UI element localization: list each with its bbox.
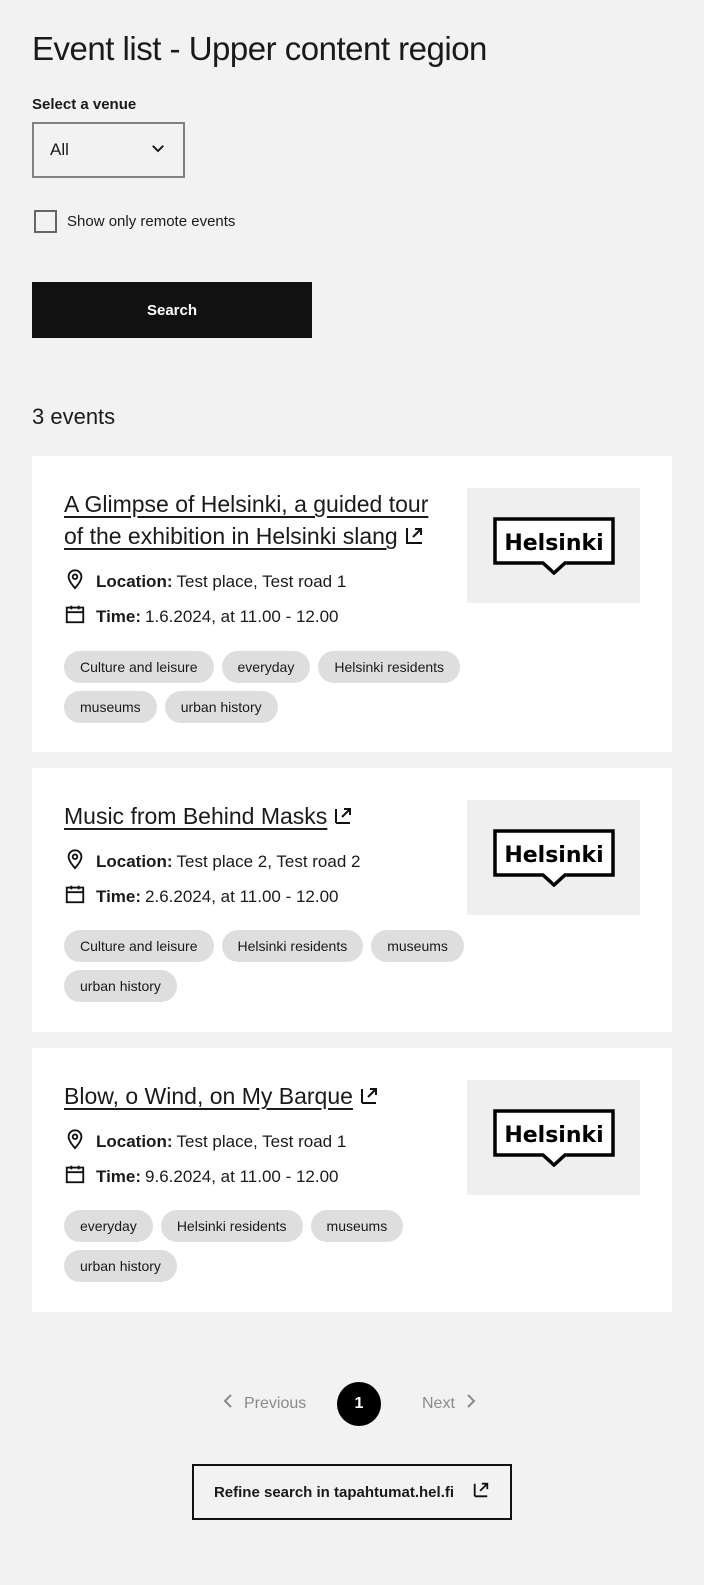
location-pin-icon [64, 1128, 86, 1155]
event-tags: everyday Helsinki residents museums urba… [64, 1210, 464, 1282]
previous-page-button[interactable]: Previous [222, 1394, 306, 1413]
event-tags: Culture and leisure everyday Helsinki re… [64, 651, 464, 723]
helsinki-logo-icon: Helsinki [492, 828, 615, 887]
svg-text:Helsinki: Helsinki [504, 1123, 603, 1148]
event-title-link[interactable]: Blow, o Wind, on My Barque [64, 1080, 434, 1112]
event-tags: Culture and leisure Helsinki residents m… [64, 930, 464, 1002]
location-pin-icon [64, 568, 86, 595]
venue-select[interactable]: All [32, 122, 185, 178]
event-title-link[interactable]: Music from Behind Masks [64, 800, 434, 832]
tag: urban history [64, 1250, 177, 1282]
tag: Helsinki residents [318, 651, 461, 683]
calendar-icon [64, 603, 86, 630]
result-count: 3 events [32, 404, 116, 429]
event-image: Helsinki [467, 1080, 640, 1195]
event-title-link[interactable]: A Glimpse of Helsinki, a guided tour of … [64, 488, 434, 552]
tag: everyday [221, 651, 311, 683]
chevron-down-icon [149, 139, 167, 162]
svg-text:Helsinki: Helsinki [504, 531, 603, 556]
event-card: Music from Behind Masks Helsinki Locatio… [32, 768, 672, 1032]
search-button[interactable]: Search [32, 282, 312, 338]
tag: museums [310, 1210, 404, 1242]
tag: Culture and leisure [64, 651, 214, 683]
refine-search-link[interactable]: Refine search in tapahtumat.hel.fi [192, 1464, 512, 1520]
tag: everyday [64, 1210, 153, 1242]
calendar-icon [64, 1163, 86, 1190]
event-image: Helsinki [467, 488, 640, 603]
helsinki-logo-icon: Helsinki [492, 1108, 615, 1167]
page-number-button[interactable]: 1 [337, 1382, 381, 1426]
event-location: Location: Test place, Test road 1 [64, 1128, 346, 1155]
remote-events-checkbox[interactable] [34, 210, 57, 233]
event-image: Helsinki [467, 800, 640, 915]
chevron-right-icon [465, 1394, 477, 1413]
tag: urban history [64, 970, 177, 1002]
event-location: Location: Test place 2, Test road 2 [64, 848, 360, 875]
chevron-left-icon [222, 1394, 234, 1413]
external-link-icon [333, 802, 353, 824]
venue-label: Select a venue [32, 96, 137, 113]
tag: Helsinki residents [221, 930, 364, 962]
external-link-icon [359, 1082, 379, 1104]
svg-text:Helsinki: Helsinki [504, 843, 603, 868]
helsinki-logo-icon: Helsinki [492, 516, 615, 575]
remote-events-toggle[interactable]: Show only remote events [34, 210, 235, 233]
tag: Helsinki residents [160, 1210, 303, 1242]
venue-selected-value: All [50, 140, 69, 159]
calendar-icon [64, 883, 86, 910]
event-time: Time: 1.6.2024, at 11.00 - 12.00 [64, 603, 339, 630]
location-pin-icon [64, 848, 86, 875]
page-title: Event list - Upper content region [32, 30, 487, 67]
remote-events-label: Show only remote events [67, 213, 236, 230]
event-time: Time: 9.6.2024, at 11.00 - 12.00 [64, 1163, 339, 1190]
pagination: Previous 1 Next [0, 1382, 704, 1426]
external-link-icon [472, 1481, 490, 1503]
event-card: Blow, o Wind, on My Barque Helsinki Loca… [32, 1048, 672, 1312]
next-page-button[interactable]: Next [422, 1394, 477, 1413]
tag: urban history [164, 691, 278, 723]
event-card: A Glimpse of Helsinki, a guided tour of … [32, 456, 672, 752]
event-location: Location: Test place, Test road 1 [64, 568, 346, 595]
event-time: Time: 2.6.2024, at 11.00 - 12.00 [64, 883, 339, 910]
tag: museums [64, 691, 157, 723]
external-link-icon [404, 522, 424, 544]
tag: Culture and leisure [64, 930, 214, 962]
tag: museums [371, 930, 464, 962]
